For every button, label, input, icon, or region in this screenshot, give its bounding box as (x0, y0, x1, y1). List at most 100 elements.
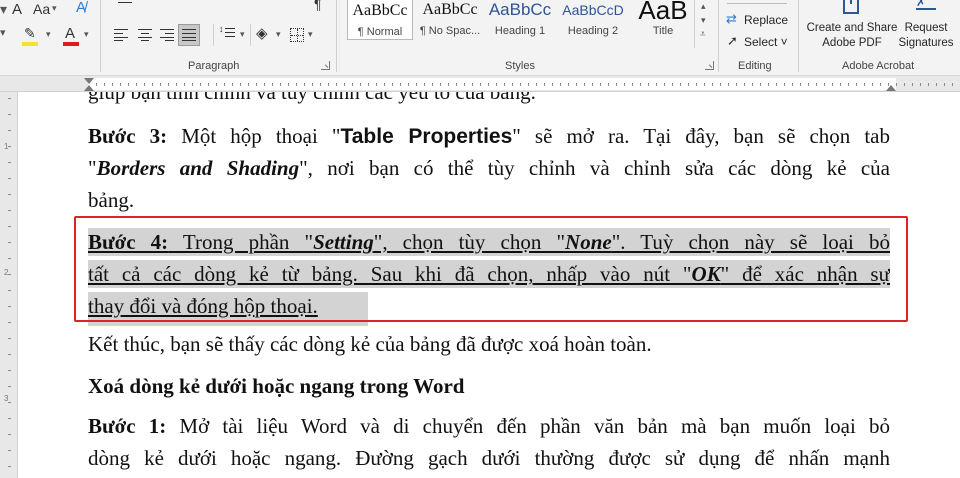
ruler-tick (320, 83, 321, 86)
hanging-indent-marker[interactable] (84, 85, 94, 91)
ruler-tick (464, 83, 465, 86)
align-left-icon[interactable] (114, 29, 128, 41)
borders-dropdown-icon[interactable]: ▾ (308, 30, 313, 39)
ruler-tick (176, 83, 177, 86)
replace-label: Replace (744, 13, 789, 27)
export-pdf-icon (843, 0, 859, 14)
select-button[interactable]: ➚ Select ˅ (726, 34, 796, 50)
line-spacing-dropdown-icon[interactable]: ▾ (240, 30, 245, 39)
vertical-ruler-tick (8, 386, 11, 387)
ruler-tick (368, 83, 369, 86)
align-center-icon[interactable] (138, 29, 152, 41)
ruler-tick (296, 83, 297, 86)
ruler-tick (768, 83, 769, 86)
ruler-tick (872, 83, 873, 86)
ruler-tick (832, 83, 833, 86)
change-case-button[interactable]: Aa (33, 2, 50, 16)
request-label-1: Request (904, 22, 948, 34)
ruler-tick (632, 83, 633, 86)
ruler-tick (488, 83, 489, 86)
ruler-tick (136, 83, 137, 86)
style-heading-2[interactable]: AaBbCcD Heading 2 (557, 0, 629, 40)
ruler-tick (816, 83, 817, 86)
ruler-tick (496, 83, 497, 86)
highlight-button[interactable]: ✎ (20, 26, 42, 46)
horizontal-ruler[interactable] (0, 76, 960, 92)
first-line-indent-marker[interactable] (84, 78, 94, 84)
vertical-ruler[interactable]: 1 2 3 (0, 92, 18, 478)
show-formatting-icon[interactable]: ¶ (314, 0, 322, 11)
ruler-tick (808, 83, 809, 86)
font-color-dropdown-icon[interactable]: ▾ (84, 30, 89, 39)
replace-button[interactable]: ⇄ Replace (726, 12, 796, 28)
ruler-tick (568, 83, 569, 86)
clear-formatting-icon[interactable]: A̸ (76, 0, 86, 15)
vertical-ruler-tick (8, 258, 11, 259)
ruler-tick (240, 83, 241, 86)
ruler-tick (216, 83, 217, 86)
ruler-tick (360, 83, 361, 86)
find-button-partial[interactable] (727, 0, 787, 4)
more-options-icon[interactable]: ▾ (0, 2, 7, 16)
align-right-icon[interactable] (160, 29, 174, 41)
vertical-ruler-tick (8, 162, 11, 163)
ruler-tick (856, 83, 857, 86)
font-effects-dropdown-icon[interactable]: ▾ (0, 28, 6, 39)
vertical-ruler-tick (8, 98, 11, 99)
create-share-pdf-button[interactable]: Create and Share Adobe PDF (806, 0, 898, 54)
style-title[interactable]: AaB Title (631, 0, 695, 40)
step1-label: Bước 1: (88, 414, 167, 438)
style-normal[interactable]: AaBbCc ¶ Normal (347, 0, 413, 40)
justify-button[interactable] (178, 24, 200, 46)
ruler-page-area (88, 78, 896, 90)
font-color-button[interactable]: A (62, 25, 82, 47)
bullets-button-partial[interactable] (118, 0, 134, 8)
ruler-tick (424, 83, 425, 86)
shading-dropdown-icon[interactable]: ▾ (276, 30, 281, 39)
ruler-tick (880, 83, 881, 86)
ruler-tick (800, 83, 801, 86)
group-separator (336, 0, 337, 72)
styles-group-label: Styles (505, 60, 535, 72)
request-signatures-button[interactable]: ✗ Request Signatures (896, 0, 956, 54)
highlight-color-swatch (22, 42, 38, 46)
section-heading: Xoá dòng kẻ dưới hoặc ngang trong Word (88, 374, 465, 398)
style-no-spacing[interactable]: AaBbCc ¶ No Spac... (417, 0, 483, 40)
styles-scroll[interactable]: ▴ ▾ ⩡ (694, 0, 714, 48)
ruler-tick (648, 83, 649, 86)
ruler-tick (200, 83, 201, 86)
style-heading-1[interactable]: AaBbCc Heading 1 (485, 0, 555, 40)
vertical-ruler-tick (8, 418, 11, 419)
editing-group-label: Editing (738, 60, 772, 72)
ruler-tick (752, 83, 753, 86)
ruler-tick (408, 83, 409, 86)
styles-scroll-up-icon[interactable]: ▴ (701, 2, 706, 11)
ruler-tick (712, 83, 713, 86)
highlight-dropdown-icon[interactable]: ▾ (46, 30, 51, 39)
paragraph-dialog-launcher-icon[interactable] (321, 61, 330, 70)
borders-icon[interactable] (290, 28, 304, 42)
styles-dialog-launcher-icon[interactable] (705, 61, 714, 70)
grow-font-button[interactable]: A (12, 2, 22, 17)
right-indent-marker[interactable] (886, 85, 896, 91)
vertical-ruler-tick (8, 194, 11, 195)
group-separator (718, 0, 719, 72)
ruler-tick (760, 83, 761, 86)
ruler-tick (776, 83, 777, 86)
shading-icon[interactable]: ◈ (256, 26, 268, 41)
vertical-ruler-tick (8, 370, 11, 371)
line-spacing-button[interactable]: ↕ (219, 25, 237, 41)
ruler-tick (592, 83, 593, 86)
vertical-ruler-tick (8, 114, 11, 115)
vertical-ruler-tick (8, 338, 11, 339)
ruler-tick (184, 83, 185, 86)
select-label: Select ˅ (744, 35, 788, 49)
styles-more-icon[interactable]: ⩡ (700, 30, 706, 40)
styles-gallery[interactable]: AaBbCc ¶ Normal AaBbCc ¶ No Spac... AaBb… (345, 0, 715, 48)
change-case-dropdown-icon[interactable]: ▾ (52, 4, 57, 13)
ruler-tick (936, 83, 937, 86)
ruler-tick (792, 83, 793, 86)
borders-shading-term: Borders and Shading (96, 156, 300, 180)
request-label-2: Signatures (898, 37, 954, 49)
styles-scroll-down-icon[interactable]: ▾ (701, 16, 706, 25)
